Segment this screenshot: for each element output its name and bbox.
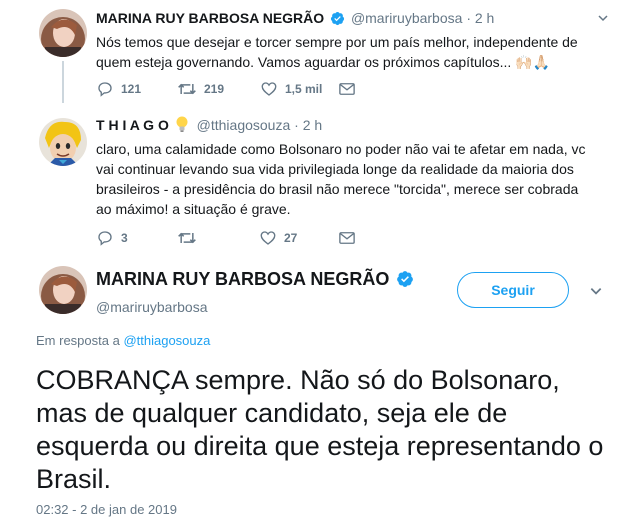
retweet-icon: [177, 229, 197, 247]
tweet-2-name[interactable]: T H I A G O: [96, 117, 169, 133]
main-tweet-handle[interactable]: @mariruybarbosa: [96, 299, 416, 315]
reply-to-link[interactable]: @tthiagosouza: [123, 333, 210, 348]
tweet-2[interactable]: T H I A G O @tthiagosouza · 2 h claro, u…: [96, 116, 609, 219]
chevron-down-icon[interactable]: [597, 11, 609, 29]
avatar-thiago[interactable]: [39, 118, 87, 166]
avatar-marina-1[interactable]: [39, 9, 87, 57]
reply-count: 121: [121, 82, 142, 96]
tweet-1-time[interactable]: 2 h: [475, 10, 494, 26]
follow-button[interactable]: Seguir: [457, 272, 569, 308]
dm-button[interactable]: [338, 230, 356, 246]
reply-context: Em resposta a @tthiagosouza: [36, 333, 210, 348]
reply-button[interactable]: 121: [96, 80, 177, 98]
tweet-2-actions: 3 27: [96, 229, 356, 247]
verified-icon: [396, 270, 414, 293]
dm-button[interactable]: [338, 81, 356, 97]
like-icon: [260, 80, 278, 98]
dm-icon: [338, 81, 356, 97]
tweet-1-header: MARINA RUY BARBOSA NEGRÃO @mariruybarbos…: [96, 9, 609, 30]
main-tweet-timestamp[interactable]: 02:32 - 2 de jan de 2019: [36, 502, 177, 517]
separator: ·: [294, 117, 299, 133]
dm-icon: [338, 230, 356, 246]
reply-button[interactable]: 3: [96, 229, 177, 247]
tweet-2-handle[interactable]: @tthiagosouza: [197, 117, 291, 133]
main-tweet-text: COBRANÇA sempre. Não só do Bolsonaro, ma…: [36, 365, 604, 494]
retweet-icon: [177, 80, 197, 98]
reply-icon: [96, 229, 114, 247]
tweet-1-handle[interactable]: @mariruybarbosa: [351, 10, 462, 26]
separator: ·: [466, 10, 471, 26]
retweet-button[interactable]: 219: [177, 80, 260, 98]
tweet-2-header: T H I A G O @tthiagosouza · 2 h: [96, 116, 609, 137]
main-tweet-header: MARINA RUY BARBOSA NEGRÃO @mariruybarbos…: [96, 268, 416, 315]
like-count: 1,5 mil: [285, 82, 323, 96]
tweet-1[interactable]: MARINA RUY BARBOSA NEGRÃO @mariruybarbos…: [96, 9, 609, 72]
thread-line-1: [62, 61, 64, 103]
tweet-1-text: Nós temos que desejar e torcer sempre po…: [96, 34, 578, 70]
like-icon: [259, 229, 277, 247]
like-button[interactable]: 1,5 mil: [260, 80, 338, 98]
tweet-1-actions: 121 219 1,5 mil: [96, 80, 356, 98]
lightbulb-icon: [175, 116, 189, 137]
tweet-2-time[interactable]: 2 h: [303, 117, 322, 133]
like-button[interactable]: 27: [259, 229, 338, 247]
tweet-2-text: claro, uma calamidade como Bolsonaro no …: [96, 141, 586, 217]
tweet-1-name[interactable]: MARINA RUY BARBOSA NEGRÃO: [96, 10, 324, 26]
retweet-count: 219: [204, 82, 225, 96]
avatar-marina-main[interactable]: [39, 266, 87, 314]
retweet-button[interactable]: [177, 229, 259, 247]
reply-count: 3: [121, 231, 128, 245]
main-tweet-name[interactable]: MARINA RUY BARBOSA NEGRÃO: [96, 269, 389, 289]
reply-icon: [96, 80, 114, 98]
chevron-down-icon[interactable]: [589, 284, 603, 303]
like-count: 27: [284, 231, 298, 245]
reply-prefix: Em resposta a: [36, 333, 120, 348]
verified-icon: [330, 11, 345, 30]
